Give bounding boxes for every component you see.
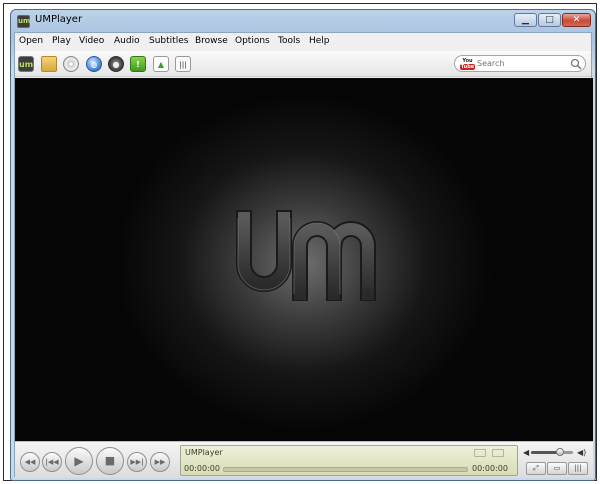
menu-play[interactable]: Play — [52, 36, 71, 46]
globe-icon[interactable]: ◍ — [86, 56, 102, 72]
menu-options[interactable]: Options — [235, 36, 270, 46]
close-button[interactable]: ✕ — [562, 13, 591, 27]
menu-tools[interactable]: Tools — [278, 36, 300, 46]
display-toggle-icon[interactable] — [492, 449, 504, 457]
menu-open[interactable]: Open — [19, 36, 43, 46]
um-logo-icon[interactable]: um — [18, 56, 34, 72]
menu-browse[interactable]: Browse — [195, 36, 228, 46]
volume-knob[interactable] — [556, 448, 565, 456]
menu-help[interactable]: Help — [309, 36, 330, 46]
menu-audio[interactable]: Audio — [114, 36, 140, 46]
title-bar[interactable]: um UMPlayer ▁ □ ✕ — [11, 10, 595, 32]
volume-up-icon[interactable]: ◀) — [577, 448, 586, 457]
app-icon[interactable]: um — [17, 15, 30, 28]
video-area[interactable] — [15, 78, 593, 441]
control-bar: ◀◀ |◀◀ ▶ ■ ▶▶| ▶▶ UMPlayer 00:00:00 00:0… — [15, 441, 593, 478]
youtube-logo-icon: You Tube — [460, 58, 475, 70]
forward-icon: ▶▶ — [154, 458, 166, 466]
youtube-logo-bottom: Tube — [460, 64, 475, 70]
client-area: Open Play Video Audio Subtitles Browse O… — [14, 32, 593, 478]
fullscreen-icon: ⤢ — [533, 464, 539, 472]
maximize-icon: □ — [545, 15, 554, 25]
equalizer-icon[interactable]: ||| — [175, 56, 191, 72]
fullscreen-button[interactable]: ⤢ — [526, 462, 546, 475]
um-watermark-logo — [236, 210, 376, 301]
compact-view-icon: ▭ — [553, 464, 561, 472]
stop-icon: ■ — [104, 454, 116, 467]
minimize-icon: ▁ — [522, 15, 529, 25]
menu-bar: Open Play Video Audio Subtitles Browse O… — [15, 33, 591, 51]
play-button[interactable]: ▶ — [65, 447, 93, 475]
upload-icon[interactable]: ▲ — [153, 56, 169, 72]
volume-down-icon[interactable]: ◀ — [523, 448, 529, 457]
tv-icon[interactable]: ● — [108, 56, 124, 72]
close-icon: ✕ — [572, 15, 581, 25]
app-window: um UMPlayer ▁ □ ✕ Open Play Video Audio … — [10, 9, 596, 481]
maximize-button[interactable]: □ — [538, 13, 561, 27]
folder-icon[interactable] — [41, 56, 57, 72]
youtube-search-box[interactable]: You Tube — [454, 55, 586, 72]
minimize-button[interactable]: ▁ — [514, 13, 537, 27]
play-icon: ▶ — [74, 454, 84, 468]
toolbar: um ◍ ● ! ▲ ||| You Tube — [15, 51, 591, 77]
stop-button[interactable]: ■ — [96, 447, 124, 475]
window-title: UMPlayer — [35, 14, 83, 25]
rewind-icon: ◀◀ — [24, 458, 36, 466]
menu-video[interactable]: Video — [79, 36, 104, 46]
menu-subtitles[interactable]: Subtitles — [149, 36, 188, 46]
seek-bar[interactable] — [223, 467, 468, 472]
display-mode-icon[interactable] — [474, 449, 486, 457]
current-time: 00:00:00 — [184, 464, 220, 473]
rewind-button[interactable]: ◀◀ — [20, 452, 40, 472]
compact-view-button[interactable]: ▭ — [547, 462, 567, 475]
previous-button[interactable]: |◀◀ — [42, 452, 62, 472]
subtitle-icon[interactable]: ! — [130, 56, 146, 72]
next-button[interactable]: ▶▶| — [127, 452, 147, 472]
forward-button[interactable]: ▶▶ — [150, 452, 170, 472]
disc-icon[interactable] — [63, 56, 79, 72]
screenshot-frame: um UMPlayer ▁ □ ✕ Open Play Video Audio … — [3, 3, 597, 481]
search-input[interactable] — [477, 57, 565, 70]
volume-slider[interactable] — [531, 448, 573, 456]
previous-icon: |◀◀ — [45, 458, 59, 466]
equalizer-bars-icon: ||| — [574, 464, 582, 472]
total-time: 00:00:00 — [472, 464, 508, 473]
equalizer-button[interactable]: ||| — [568, 462, 588, 475]
next-icon: ▶▶| — [130, 458, 144, 466]
now-playing-title: UMPlayer — [185, 448, 223, 457]
search-icon[interactable] — [570, 58, 582, 70]
status-display: UMPlayer 00:00:00 00:00:00 — [180, 445, 518, 476]
